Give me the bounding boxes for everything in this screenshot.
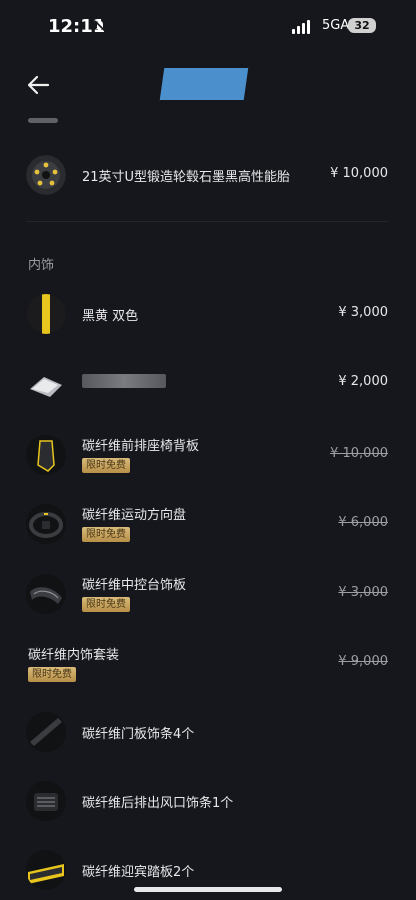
package-item-name: 碳纤维迎宾踏板2个 [82,865,195,880]
yellow-black-color-icon [26,294,66,334]
option-original-price: ¥ 6,000 [338,515,388,530]
back-arrow-icon[interactable] [26,72,52,98]
battery-indicator: 32 [348,18,376,33]
option-row-interior-color[interactable]: 黑黄 双色 ¥ 3,000 [0,284,416,344]
home-indicator[interactable] [134,887,282,892]
page-title-redacted [159,68,249,100]
option-row-trim[interactable]: ¥ 2,000 [0,353,416,413]
limited-free-badge: 限时免费 [82,458,130,473]
option-name-redacted [82,374,166,388]
option-name: 21英寸U型锻造轮毂石墨黑高性能胎 [82,170,291,185]
network-type: 5GA [322,18,350,33]
section-title-interior: 内饰 [28,258,55,273]
partial-item-thumbnail [28,118,58,123]
package-item-door-trim: 碳纤维门板饰条4个 [0,702,416,762]
mute-bell-icon [94,20,106,32]
package-item-rear-vent-trim: 碳纤维后排出风口饰条1个 [0,771,416,831]
limited-free-badge: 限时免费 [28,667,76,682]
package-item-name: 碳纤维后排出风口饰条1个 [82,796,234,811]
sill-plate-thumbnail-icon [26,850,66,890]
option-name: 碳纤维前排座椅背板 [82,439,200,454]
seat-back-thumbnail-icon [26,435,66,475]
option-row-steering-wheel[interactable]: 碳纤维运动方向盘 限时免费 ¥ 6,000 [0,494,416,554]
status-bar: 12:11 5GA 32 [0,0,416,58]
option-name: 碳纤维中控台饰板 [82,578,187,593]
console-trim-thumbnail-icon [26,574,66,614]
option-row-wheels[interactable]: 21英寸U型锻造轮毂石墨黑高性能胎 ¥ 10,000 [0,145,416,205]
option-original-price: ¥ 10,000 [330,446,388,461]
package-item-name: 碳纤维门板饰条4个 [82,727,195,742]
steering-wheel-thumbnail-icon [26,504,66,544]
option-price: ¥ 2,000 [338,374,388,389]
wheel-thumbnail-icon [26,155,66,195]
limited-free-badge: 限时免费 [82,597,130,612]
option-name: 碳纤维运动方向盘 [82,508,187,523]
option-original-price: ¥ 3,000 [338,585,388,600]
option-name: 黑黄 双色 [82,309,139,324]
option-price: ¥ 3,000 [338,305,388,320]
package-original-price: ¥ 9,000 [338,654,388,669]
top-nav [0,58,416,114]
package-name: 碳纤维内饰套装 [28,648,120,663]
signal-icon [292,20,310,34]
option-row-console-trim[interactable]: 碳纤维中控台饰板 限时免费 ¥ 3,000 [0,564,416,624]
limited-free-badge: 限时免费 [82,527,130,542]
option-row-interior-package[interactable]: 碳纤维内饰套装 限时免费 ¥ 9,000 [0,640,416,700]
option-row-seat-back[interactable]: 碳纤维前排座椅背板 限时免费 ¥ 10,000 [0,425,416,485]
divider [26,221,388,222]
trim-thumbnail-icon [26,363,66,403]
door-trim-thumbnail-icon [26,712,66,752]
option-price: ¥ 10,000 [330,166,388,181]
rear-vent-thumbnail-icon [26,781,66,821]
